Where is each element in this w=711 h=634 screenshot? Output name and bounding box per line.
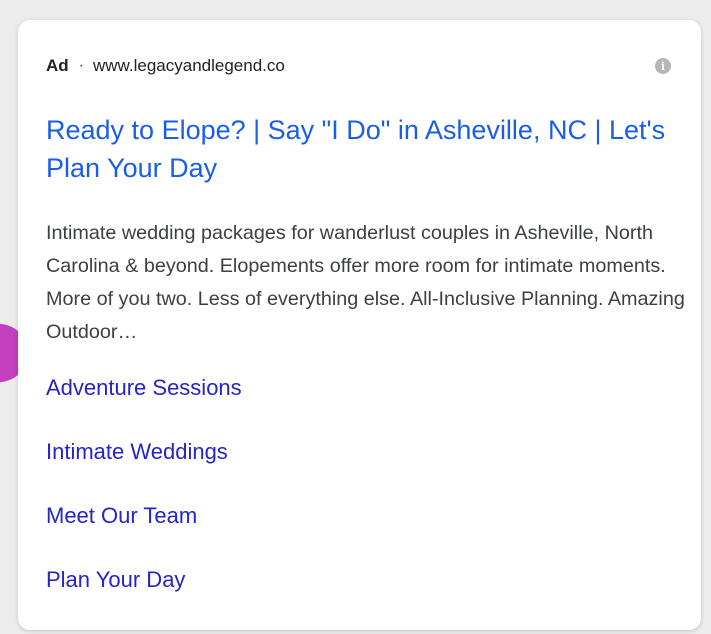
sitelink-meet-our-team[interactable]: Meet Our Team xyxy=(46,499,606,563)
search-ad-card: Ad · www.legacyandlegend.co i Ready to E… xyxy=(18,20,701,630)
ad-header: Ad · www.legacyandlegend.co xyxy=(46,55,285,77)
sitelink-intimate-weddings[interactable]: Intimate Weddings xyxy=(46,435,606,499)
sitelinks-list: Adventure Sessions Intimate Weddings Mee… xyxy=(46,371,606,627)
display-url[interactable]: www.legacyandlegend.co xyxy=(93,56,285,76)
ad-badge: Ad xyxy=(46,56,69,75)
sitelink-plan-your-day[interactable]: Plan Your Day xyxy=(46,563,606,627)
ad-title-link[interactable]: Ready to Elope? | Say "I Do" in Ashevill… xyxy=(46,111,676,187)
info-icon[interactable]: i xyxy=(655,58,671,74)
sitelink-adventure-sessions[interactable]: Adventure Sessions xyxy=(46,371,606,435)
ad-description: Intimate wedding packages for wanderlust… xyxy=(46,222,685,343)
ad-separator: · xyxy=(78,57,84,74)
